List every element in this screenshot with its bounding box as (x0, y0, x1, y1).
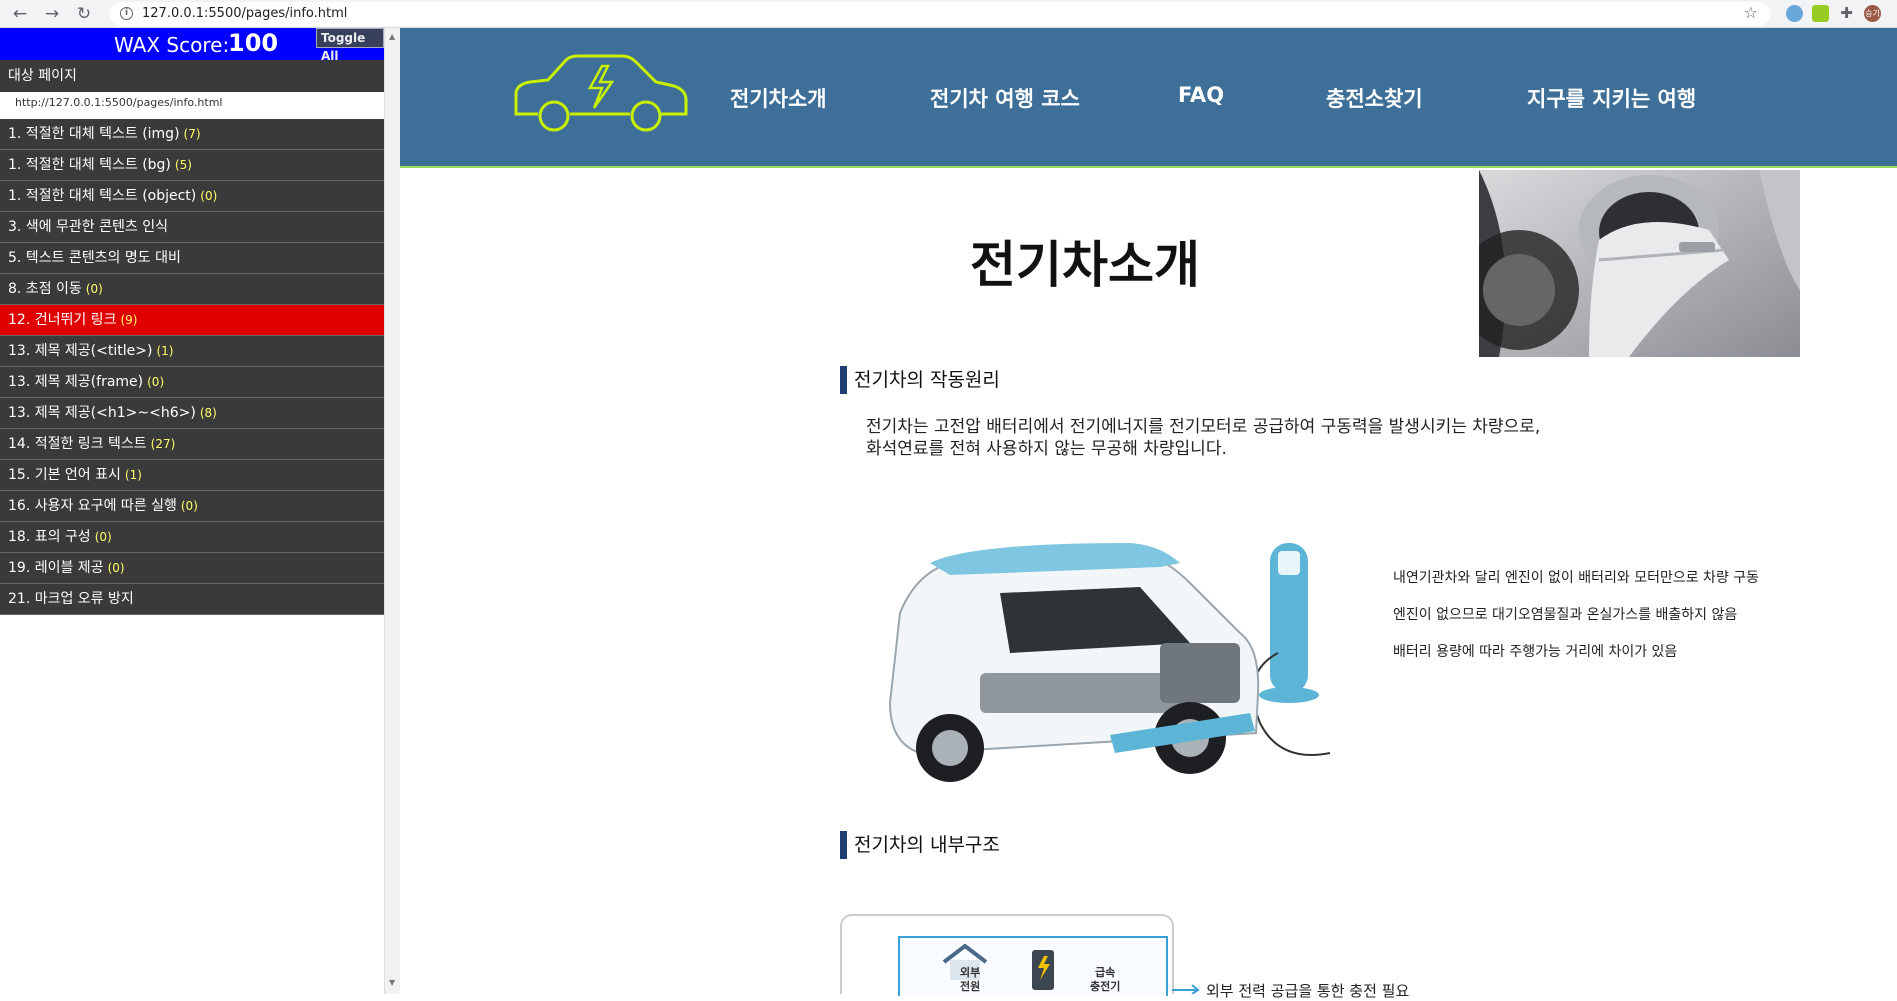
puzzle-icon[interactable]: ✚ (1838, 5, 1855, 22)
feature-item: 엔진이 없으므로 대기오염물질과 온실가스를 배출하지 않음 (1393, 607, 1738, 623)
wax-check-item[interactable]: 15. 기본 언어 표시 (1) (0, 460, 384, 491)
feature-item: 배터리 용량에 따라 주행가능 거리에 차이가 있음 (1393, 644, 1678, 660)
nav-item-faq[interactable]: FAQ (1178, 83, 1224, 107)
toggle-all-button[interactable]: Toggle All (316, 28, 384, 63)
wax-score-value: 100 (228, 29, 279, 57)
wax-check-item[interactable]: 21. 마크업 오류 방지 (0, 584, 384, 615)
wax-check-item[interactable]: 1. 적절한 대체 텍스트 (object) (0) (0, 181, 384, 212)
wax-check-item-active[interactable]: 12. 건너뛰기 링크 (9) (0, 305, 384, 336)
bookmark-star-icon[interactable]: ☆ (1744, 3, 1758, 22)
ev-car-logo-icon[interactable] (510, 54, 690, 136)
nav-item-ev-intro[interactable]: 전기차소개 (730, 83, 827, 113)
target-page-label: 대상 페이지 (0, 60, 384, 92)
scroll-up-icon[interactable]: ▲ (389, 32, 395, 41)
wax-panel: WAX Score: 100 Toggle All 대상 페이지 http://… (0, 28, 384, 994)
extension-icon[interactable] (1786, 5, 1803, 22)
ev-cutaway-illustration (860, 503, 1360, 833)
profile-avatar[interactable]: 승기 (1864, 5, 1881, 22)
reload-icon[interactable]: ↻ (72, 2, 96, 26)
wax-check-item[interactable]: 8. 초점 이동 (0) (0, 274, 384, 305)
url-text[interactable]: 127.0.0.1:5500/pages/info.html (142, 6, 347, 21)
arrow-right-icon (1172, 984, 1200, 994)
wax-check-item[interactable]: 13. 제목 제공(frame) (0) (0, 367, 384, 398)
scroll-down-icon[interactable]: ▼ (389, 978, 395, 987)
wax-score-header: WAX Score: 100 Toggle All (0, 28, 384, 63)
wax-check-item[interactable]: 3. 색에 무관한 콘텐츠 인식 (0, 212, 384, 243)
nav-item-earth-travel[interactable]: 지구를 지키는 여행 (1527, 83, 1696, 113)
wax-check-item[interactable]: 16. 사용자 요구에 따른 실행 (0) (0, 491, 384, 522)
nav-item-ev-travel[interactable]: 전기차 여행 코스 (930, 83, 1080, 113)
browser-toolbar: ← → ↻ i 127.0.0.1:5500/pages/info.html ☆… (0, 0, 1897, 28)
forward-icon[interactable]: → (40, 2, 64, 26)
wax-check-item[interactable]: 1. 적절한 대체 텍스트 (bg) (5) (0, 150, 384, 181)
back-icon[interactable]: ← (8, 2, 32, 26)
wax-check-item[interactable]: 18. 표의 구성 (0) (0, 522, 384, 553)
wax-check-item[interactable]: 19. 레이블 제공 (0) (0, 553, 384, 584)
wax-check-item[interactable]: 1. 적절한 대체 텍스트 (img) (7) (0, 119, 384, 150)
diagram-label-external-power: 외부 전원 (960, 966, 981, 993)
target-page-url: http://127.0.0.1:5500/pages/info.html (0, 92, 384, 114)
fast-charger-icon (1032, 950, 1054, 990)
extension-icon[interactable] (1812, 5, 1829, 22)
feature-item: 내연기관차와 달리 엔진이 없이 배터리와 모터만으로 차량 구동 (1393, 570, 1760, 586)
address-bar[interactable]: i 127.0.0.1:5500/pages/info.html ☆ (110, 2, 1770, 26)
nav-item-charging-station[interactable]: 충전소찾기 (1326, 83, 1423, 113)
wax-check-item[interactable]: 5. 텍스트 콘텐츠의 명도 대비 (0, 243, 384, 274)
wax-check-list: 1. 적절한 대체 텍스트 (img) (7) 1. 적절한 대체 텍스트 (bg… (0, 119, 384, 615)
wax-check-item[interactable]: 14. 적절한 링크 텍스트 (27) (0, 429, 384, 460)
page-title: 전기차소개 (970, 236, 1200, 294)
diagram-note: 외부 전력 공급을 통한 충전 필요 (1206, 982, 1410, 1000)
section-heading-internal-structure: 전기차의 내부구조 (840, 831, 1000, 859)
wax-check-item[interactable]: 13. 제목 제공(<h1>~<h6>) (8) (0, 398, 384, 429)
site-header: 전기차소개 전기차 여행 코스 FAQ 충전소찾기 지구를 지키는 여행 (400, 28, 1897, 168)
working-principle-text: 전기차는 고전압 배터리에서 전기에너지를 전기모터로 공급하여 구동력을 발생… (866, 417, 1541, 459)
wax-check-item[interactable]: 13. 제목 제공(<title>) (1) (0, 336, 384, 367)
info-icon[interactable]: i (120, 7, 133, 20)
wax-score-label: WAX Score: (114, 33, 230, 57)
diagram-label-fast-charger: 급속 충전기 (1090, 966, 1121, 993)
diagram-frame: 외부 전원 급속 충전기 (898, 936, 1168, 996)
panel-scrollbar[interactable]: ▲ ▼ (384, 28, 400, 994)
charging-plug-photo (1479, 170, 1800, 357)
section-heading-working-principle: 전기차의 작동원리 (840, 366, 1000, 394)
internal-structure-diagram: 외부 전원 급속 충전기 (840, 914, 1174, 996)
